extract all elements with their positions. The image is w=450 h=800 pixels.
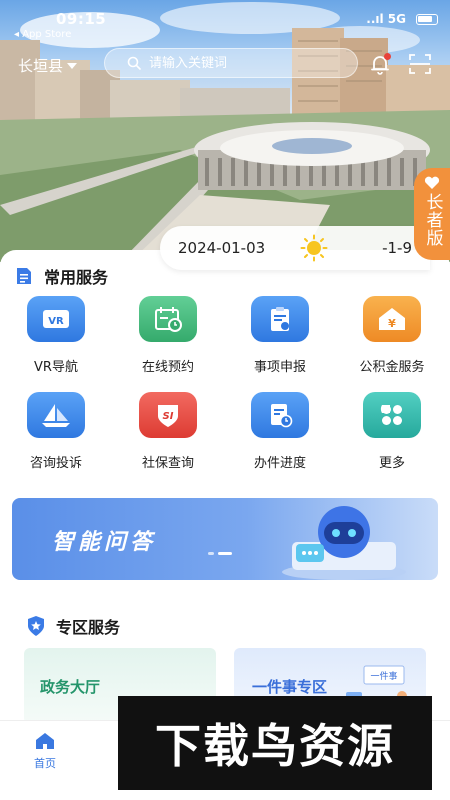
service-label: 公积金服务 bbox=[359, 360, 425, 375]
scan-icon bbox=[409, 54, 431, 74]
tab-home-label: 首页 bbox=[34, 757, 56, 770]
service-social-security[interactable]: SI 社保查询 bbox=[118, 392, 218, 471]
service-label: 咨询投诉 bbox=[29, 456, 82, 471]
service-label: 更多 bbox=[378, 456, 405, 471]
service-label: 在线预约 bbox=[141, 360, 194, 375]
service-case-progress[interactable]: 办件进度 bbox=[230, 392, 330, 471]
calendar-clock-icon bbox=[139, 296, 197, 342]
scan-button[interactable] bbox=[408, 53, 432, 75]
section-title: 常用服务 bbox=[44, 268, 109, 287]
location-label: 长垣县 bbox=[18, 57, 64, 75]
social-security-icon: SI bbox=[139, 392, 197, 438]
service-label: VR导航 bbox=[34, 360, 78, 375]
notification-dot bbox=[384, 53, 391, 60]
service-more[interactable]: 更多 bbox=[342, 392, 442, 471]
service-housing-fund[interactable]: ¥ 公积金服务 bbox=[342, 296, 442, 375]
service-online-booking[interactable]: 在线预约 bbox=[118, 296, 218, 375]
section-zone-services: 专区服务 bbox=[26, 614, 120, 638]
house-yuan-icon: ¥ bbox=[363, 296, 421, 342]
section-common-services: 常用服务 bbox=[14, 264, 108, 288]
tab-home[interactable]: 首页 bbox=[20, 731, 70, 771]
main-content: 常用服务 VR VR导航 在线预约 事项申报 ¥ 公积金服务 咨询投诉 SI 社… bbox=[0, 250, 450, 730]
home-icon bbox=[36, 733, 54, 749]
service-label: 办件进度 bbox=[253, 456, 306, 471]
signal-text: ..ıl 5G bbox=[366, 12, 406, 26]
robot-illustration bbox=[282, 506, 406, 580]
document-icon bbox=[17, 268, 31, 284]
sun-icon bbox=[300, 234, 328, 262]
service-label: 社保查询 bbox=[141, 456, 194, 471]
notification-button[interactable] bbox=[368, 52, 392, 76]
vr-icon: VR bbox=[27, 296, 85, 342]
search-input[interactable] bbox=[149, 55, 339, 71]
zone-card-label: 一件事专区 bbox=[252, 678, 328, 696]
elder-mode-toggle[interactable]: 长者版 bbox=[414, 168, 450, 260]
service-matter-declaration[interactable]: 事项申报 bbox=[230, 296, 330, 375]
zone-card-badge: 一件事 bbox=[370, 670, 397, 682]
service-consult-complaint[interactable]: 咨询投诉 bbox=[6, 392, 106, 471]
paper-boat-icon bbox=[27, 392, 85, 438]
watermark-overlay: 下载鸟资源 bbox=[118, 696, 432, 790]
date-weather-bar: 2024-01-03 -1-9 bbox=[160, 226, 430, 270]
watermark-text: 下载鸟资源 bbox=[155, 719, 395, 773]
banner-title: 智能问答 bbox=[52, 530, 157, 555]
smart-qa-banner[interactable]: 智能问答 bbox=[12, 498, 438, 580]
progress-doc-icon bbox=[251, 392, 309, 438]
zone-card-label: 政务大厅 bbox=[40, 678, 101, 696]
back-to-app-store[interactable]: ◂ App Store bbox=[14, 29, 71, 40]
search-icon bbox=[127, 56, 141, 70]
clipboard-icon bbox=[251, 296, 309, 342]
svg-text:¥: ¥ bbox=[388, 317, 396, 330]
heart-icon bbox=[424, 176, 440, 189]
service-vr-navigation[interactable]: VR VR导航 bbox=[6, 296, 106, 375]
caret-down-icon bbox=[67, 62, 78, 69]
service-label: 事项申报 bbox=[253, 360, 306, 375]
search-bar[interactable] bbox=[104, 48, 358, 78]
carousel-indicator bbox=[208, 552, 232, 555]
svg-text:SI: SI bbox=[163, 411, 174, 422]
status-time: 09:15 bbox=[56, 10, 107, 28]
date-text: 2024-01-03 bbox=[178, 239, 266, 257]
four-leaf-icon bbox=[363, 392, 421, 438]
temperature-text: -1-9 bbox=[382, 239, 412, 257]
battery-icon bbox=[416, 14, 438, 25]
shield-star-icon bbox=[28, 616, 44, 636]
svg-text:VR: VR bbox=[48, 316, 64, 327]
signal-indicator: ..ıl 5G bbox=[366, 12, 406, 26]
hero-banner: 09:15 ◂ App Store ..ıl 5G 长垣县 bbox=[0, 0, 450, 262]
location-selector[interactable]: 长垣县 bbox=[18, 55, 78, 76]
elder-mode-label: 长者版 bbox=[422, 193, 443, 247]
section-title: 专区服务 bbox=[56, 618, 121, 637]
